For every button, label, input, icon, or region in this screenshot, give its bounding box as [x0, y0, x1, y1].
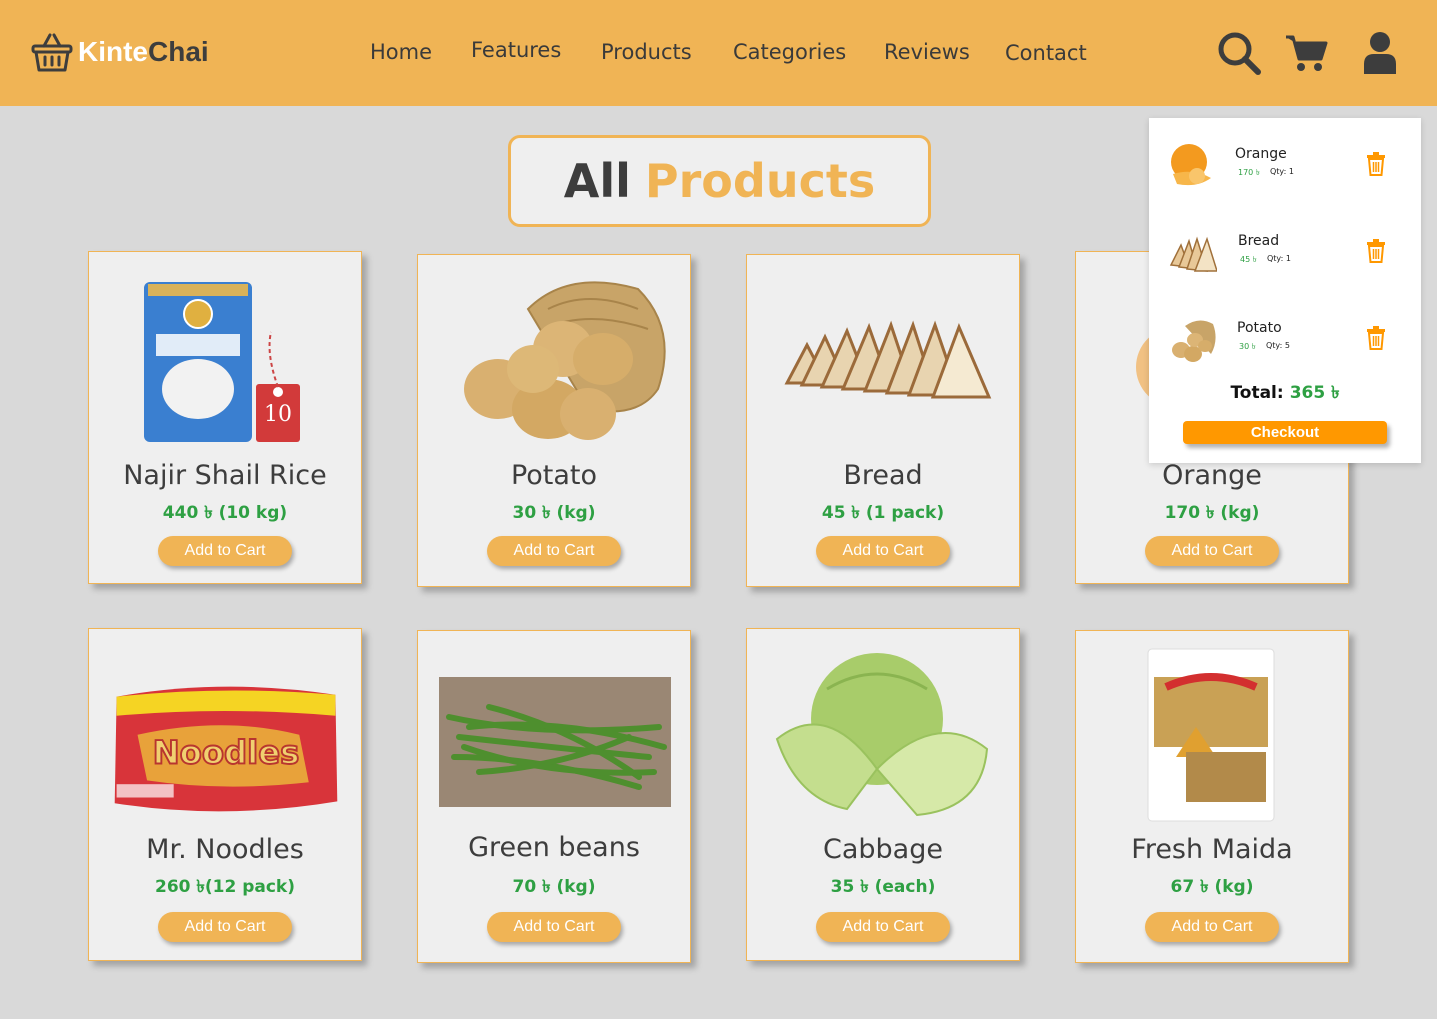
- cart-total-value: 365 ৳: [1289, 383, 1340, 403]
- add-to-cart-button[interactable]: Add to Cart: [158, 912, 292, 942]
- add-to-cart-button[interactable]: Add to Cart: [816, 912, 950, 942]
- rice-tag-label: 10: [264, 402, 292, 427]
- product-name: Orange: [1162, 460, 1262, 491]
- cart-thumb-potato: [1172, 320, 1216, 362]
- product-image-green-beans: [438, 676, 672, 808]
- cart-thumb-orange: [1171, 144, 1211, 186]
- add-to-cart-button[interactable]: Add to Cart: [487, 912, 621, 942]
- add-to-cart-button[interactable]: Add to Cart: [816, 536, 950, 566]
- product-price: 67 ৳ (kg): [1170, 877, 1254, 897]
- product-name: Fresh Maida: [1131, 834, 1293, 865]
- product-card: Potato 30 ৳ (kg) Add to Cart: [417, 254, 691, 587]
- product-image-bread: [767, 305, 1001, 415]
- product-price: 170 ৳ (kg): [1164, 503, 1260, 523]
- cart-item-price: 45 ৳: [1240, 255, 1257, 264]
- search-icon[interactable]: [1216, 30, 1262, 76]
- product-card: 10 Najir Shail Rice 440 ৳ (10 kg) Add to…: [88, 251, 362, 584]
- trash-icon[interactable]: [1366, 239, 1386, 263]
- section-title: All Products: [508, 135, 931, 227]
- product-card: Green beans 70 ৳ (kg) Add to Cart: [417, 630, 691, 963]
- cart-item-price: 170 ৳: [1238, 168, 1260, 177]
- product-image-potato: [438, 269, 672, 449]
- cart-icon[interactable]: [1284, 33, 1328, 73]
- nav-features[interactable]: Features: [471, 38, 561, 62]
- add-to-cart-button[interactable]: Add to Cart: [1145, 912, 1279, 942]
- cart-total-label: Total:: [1230, 383, 1284, 403]
- product-name: Green beans: [468, 832, 640, 863]
- product-card: Fresh Maida 67 ৳ (kg) Add to Cart: [1075, 630, 1349, 963]
- nav-contact[interactable]: Contact: [1005, 41, 1087, 65]
- product-name: Najir Shail Rice: [123, 460, 327, 491]
- product-image-cabbage: [767, 649, 1001, 819]
- product-price: 30 ৳ (kg): [512, 503, 596, 523]
- cart-item-qty: Qty: 1: [1270, 167, 1294, 176]
- trash-icon[interactable]: [1366, 326, 1386, 350]
- user-icon[interactable]: [1362, 30, 1398, 74]
- product-name: Mr. Noodles: [146, 834, 304, 865]
- product-name: Potato: [510, 460, 598, 491]
- add-to-cart-button[interactable]: Add to Cart: [1145, 536, 1279, 566]
- add-to-cart-button[interactable]: Add to Cart: [158, 536, 292, 566]
- checkout-button[interactable]: Checkout: [1183, 421, 1387, 444]
- cart-total: Total: 365 ৳: [1149, 380, 1421, 408]
- product-name: Cabbage: [823, 834, 943, 865]
- header: KinteChai Home Features Products Categor…: [0, 0, 1437, 106]
- cart-item-qty: Qty: 1: [1267, 254, 1291, 263]
- product-price: 45 ৳ (1 pack): [821, 503, 945, 523]
- nav-reviews[interactable]: Reviews: [884, 40, 970, 64]
- trash-icon[interactable]: [1366, 152, 1386, 176]
- cart-dropdown: Orange 170 ৳ Qty: 1 Bread 45 ৳ Qty: 1 Po…: [1149, 118, 1421, 463]
- brand-part2: Chai: [148, 36, 209, 67]
- brand-name: KinteChai: [78, 36, 209, 68]
- product-price: 70 ৳ (kg): [512, 877, 596, 897]
- product-image-maida: [1096, 647, 1330, 823]
- cart-item-qty: Qty: 5: [1266, 341, 1290, 350]
- cart-item-price: 30 ৳: [1239, 342, 1256, 351]
- nav-products[interactable]: Products: [601, 40, 692, 64]
- product-card: Cabbage 35 ৳ (each) Add to Cart: [746, 628, 1020, 961]
- cart-item-name: Orange: [1235, 146, 1287, 162]
- title-part1: All: [563, 154, 631, 208]
- product-name: Bread: [843, 460, 923, 491]
- brand-logo[interactable]: KinteChai: [30, 30, 209, 74]
- cart-item: Potato 30 ৳ Qty: 5: [1149, 304, 1421, 374]
- cart-thumb-bread: [1169, 236, 1217, 272]
- product-price: 440 ৳ (10 kg): [162, 503, 288, 523]
- cart-item-name: Bread: [1238, 233, 1280, 249]
- cart-item-name: Potato: [1237, 320, 1282, 336]
- svg-text:Noodles: Noodles: [153, 733, 300, 771]
- product-image-noodles: Noodles: [109, 669, 343, 829]
- product-price: 260 ৳(12 pack): [154, 877, 295, 897]
- product-card: Noodles Mr. Noodles 260 ৳(12 pack) Add t…: [88, 628, 362, 961]
- nav-categories[interactable]: Categories: [733, 40, 846, 64]
- brand-part1: Kinte: [78, 36, 148, 67]
- cart-item: Orange 170 ৳ Qty: 1: [1149, 130, 1421, 200]
- product-image-rice: 10: [109, 274, 343, 444]
- add-to-cart-button[interactable]: Add to Cart: [487, 536, 621, 566]
- product-price: 35 ৳ (each): [830, 877, 936, 897]
- title-part2: Products: [644, 154, 876, 208]
- basket-icon: [31, 33, 73, 72]
- nav-home[interactable]: Home: [370, 40, 432, 64]
- product-card: Bread 45 ৳ (1 pack) Add to Cart: [746, 254, 1020, 587]
- cart-item: Bread 45 ৳ Qty: 1: [1149, 217, 1421, 287]
